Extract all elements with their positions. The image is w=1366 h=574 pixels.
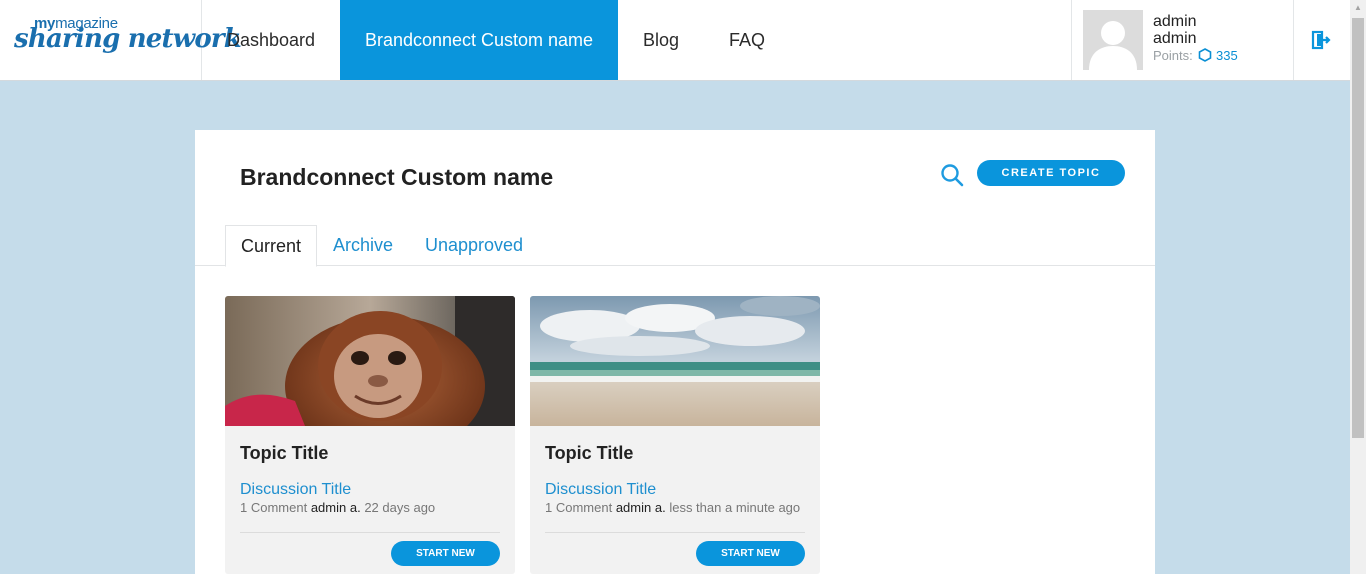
timestamp: 22 days ago	[364, 500, 436, 515]
scroll-thumb[interactable]	[1352, 18, 1364, 438]
comment-count: 1 Comment	[545, 500, 613, 515]
card-divider	[545, 532, 805, 533]
page-title: Brandconnect Custom name	[240, 164, 554, 190]
nav-item-brandconnect[interactable]: Brandconnect Custom name	[340, 0, 618, 80]
scroll-up-icon[interactable]: ▲	[1350, 0, 1366, 16]
user-last-name: admin	[1153, 30, 1197, 47]
topic-title: Topic Title	[545, 443, 634, 463]
orangutan-photo[interactable]	[225, 296, 515, 426]
start-new-button[interactable]: START NEW	[391, 541, 500, 566]
brand-logo[interactable]: mymagazine sharing network	[0, 0, 242, 80]
discussion-link[interactable]: Discussion Title	[545, 481, 656, 499]
top-navigation: mymagazine sharing network Dashboard Bra…	[0, 0, 1350, 81]
nav-item-blog[interactable]: Blog	[643, 0, 679, 80]
author-name[interactable]: admin a.	[616, 500, 666, 515]
comment-count: 1 Comment	[240, 500, 308, 515]
user-first-name: admin	[1153, 13, 1197, 30]
tab-unapproved[interactable]: Unapproved	[425, 225, 523, 266]
nav-item-dashboard[interactable]: Dashboard	[227, 0, 315, 80]
discussion-meta: 1 Comment admin a. 22 days ago	[240, 500, 435, 515]
timestamp: less than a minute ago	[669, 500, 801, 515]
discussion-meta: 1 Comment admin a. less than a minute ag…	[545, 500, 800, 515]
user-profile[interactable]: admin admin Points: 335	[1071, 0, 1294, 80]
user-points: Points: 335	[1153, 48, 1238, 63]
avatar-placeholder-icon	[1083, 10, 1143, 70]
search-icon[interactable]	[940, 163, 964, 187]
main-panel: Brandconnect Custom name CREATE TOPIC Cu…	[195, 130, 1155, 574]
points-value: 335	[1216, 48, 1238, 63]
discussion-link[interactable]: Discussion Title	[240, 481, 351, 499]
topic-title: Topic Title	[240, 443, 329, 463]
logout-icon[interactable]	[1310, 29, 1332, 51]
topic-tabs: Current Archive Unapproved	[195, 225, 1155, 267]
points-hexagon-icon	[1199, 48, 1212, 62]
topic-card[interactable]: Topic Title Discussion Title 1 Comment a…	[530, 296, 820, 574]
logo-wordmark: sharing network	[14, 24, 242, 54]
topic-card[interactable]: Topic Title Discussion Title 1 Comment a…	[225, 296, 515, 574]
beach-photo[interactable]	[530, 296, 820, 426]
create-topic-button[interactable]: CREATE TOPIC	[977, 160, 1125, 186]
tab-current[interactable]: Current	[225, 225, 317, 267]
card-divider	[240, 532, 500, 533]
nav-item-faq[interactable]: FAQ	[729, 0, 765, 80]
author-name[interactable]: admin a.	[311, 500, 361, 515]
vertical-scrollbar[interactable]: ▲	[1350, 0, 1366, 574]
points-label: Points:	[1153, 48, 1193, 63]
start-new-button[interactable]: START NEW	[696, 541, 805, 566]
tab-archive[interactable]: Archive	[333, 225, 393, 266]
